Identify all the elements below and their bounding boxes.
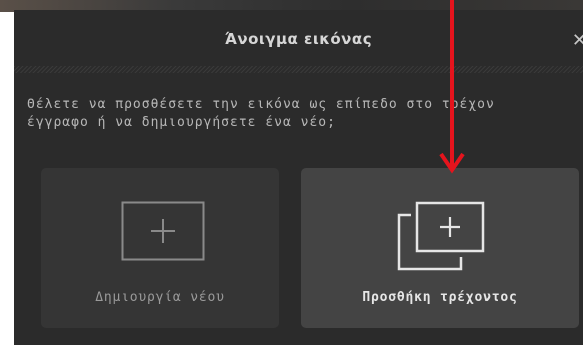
add-to-current-label: Προσθήκη τρέχοντος [362,290,518,305]
add-layers-icon [397,201,485,271]
message-line-1: Θέλετε να προσθέσετε την εικόνα ως επίπε… [27,97,495,112]
create-new-button[interactable]: Δημιουργία νέου [41,168,279,328]
add-to-current-button[interactable]: Προσθήκη τρέχοντος [301,168,579,328]
close-button[interactable]: ✕ [572,30,583,51]
screenshot-canvas: Άνοιγμα εικόνας ✕ Θέλετε να προσθέσετε τ… [0,0,583,345]
message-line-2: έγγραφο ή να δημιουργήσετε ένα νέο; [27,115,336,130]
dialog-header: Άνοιγμα εικόνας ✕ [14,10,583,66]
header-divider [14,66,583,73]
open-image-dialog: Άνοιγμα εικόνας ✕ Θέλετε να προσθέσετε τ… [14,10,583,345]
create-new-label: Δημιουργία νέου [95,290,225,305]
new-document-icon [121,201,205,261]
dialog-title: Άνοιγμα εικόνας [224,30,373,48]
dialog-message: Θέλετε να προσθέσετε την εικόνα ως επίπε… [27,96,577,132]
